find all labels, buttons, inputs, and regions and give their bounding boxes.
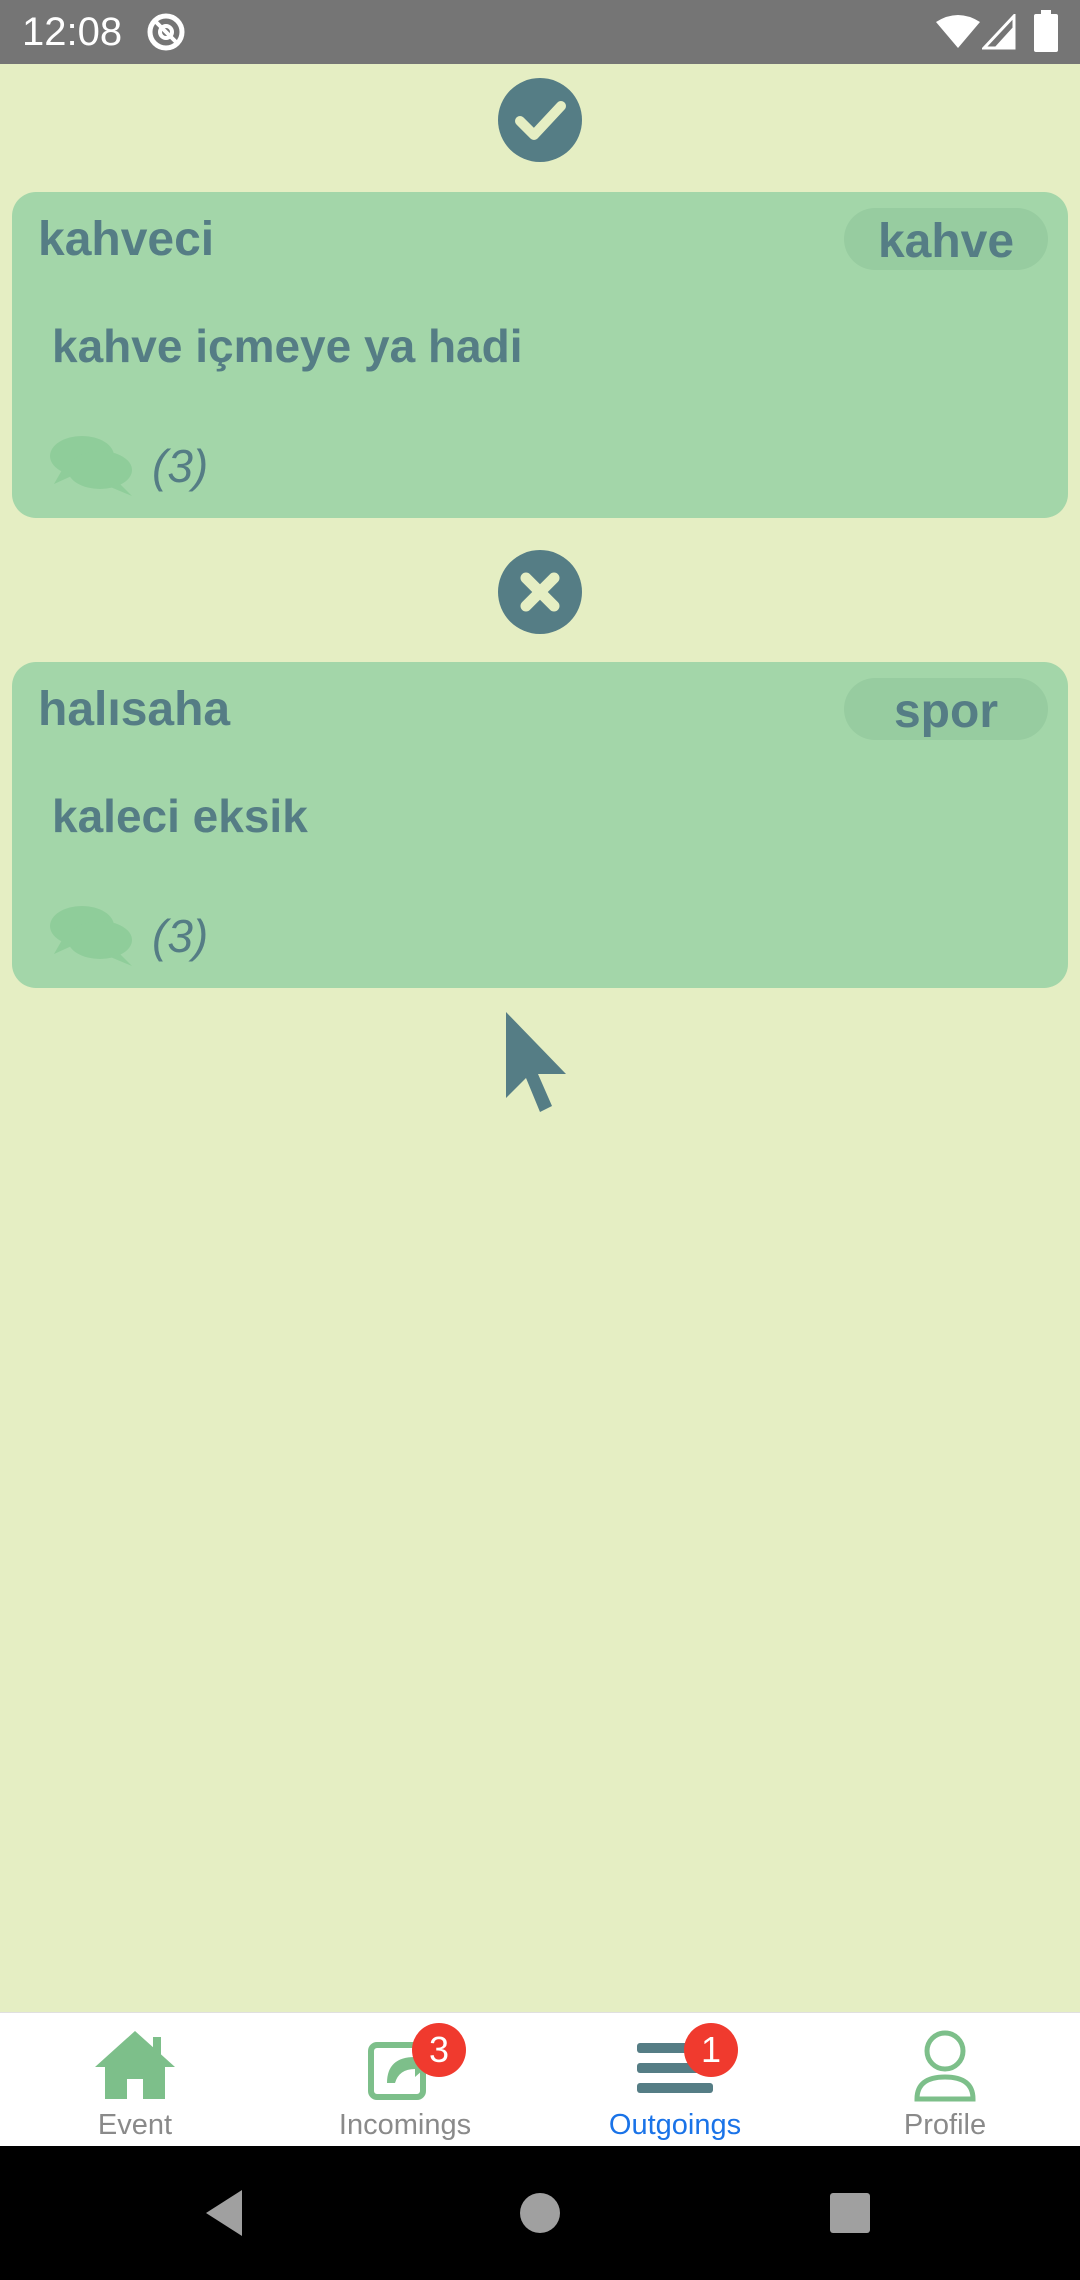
nav-label: Incomings xyxy=(338,2109,472,2141)
wifi-icon xyxy=(936,15,980,48)
check-circle-icon xyxy=(498,78,582,162)
comments-icon xyxy=(50,906,132,966)
comments-button[interactable]: (3) xyxy=(48,432,248,498)
comment-count: (3) xyxy=(152,910,209,962)
event-description: kahve içmeye ya hadi xyxy=(52,320,523,372)
status-time: 12:08 xyxy=(22,10,123,54)
comments-button[interactable]: (3) xyxy=(48,902,248,968)
cursor-icon xyxy=(506,1012,566,1112)
event-title: halısaha xyxy=(38,683,231,736)
battery-icon xyxy=(1034,10,1058,52)
person-icon xyxy=(914,2030,976,2102)
home-icon xyxy=(95,2031,175,2099)
nav-item-profile[interactable]: Profile xyxy=(810,2013,1080,2147)
event-card[interactable]: halısaha spor kaleci eksik (3) xyxy=(12,662,1068,988)
status-bar: 12:08 xyxy=(0,0,1080,64)
home-button-icon[interactable] xyxy=(516,2146,564,2280)
recents-icon[interactable] xyxy=(828,2146,872,2280)
comments-icon xyxy=(50,436,132,496)
event-card[interactable]: kahveci kahve kahve içmeye ya hadi (3) xyxy=(12,192,1068,518)
event-category-tag: spor xyxy=(844,678,1048,740)
event-title: kahveci xyxy=(38,213,215,266)
cellular-signal-icon xyxy=(982,14,1016,50)
nav-label: Profile xyxy=(903,2109,987,2141)
back-icon[interactable] xyxy=(200,2146,250,2280)
outgoings-badge: 1 xyxy=(684,2023,738,2077)
incomings-badge: 3 xyxy=(412,2023,466,2077)
bottom-navigation: Event 3 Incomings 1 Outgoings Profile xyxy=(0,2012,1080,2147)
nav-item-event[interactable]: Event xyxy=(0,2013,270,2147)
nav-item-incomings[interactable]: 3 Incomings xyxy=(270,2013,540,2147)
event-description: kaleci eksik xyxy=(52,790,308,842)
comment-count: (3) xyxy=(152,440,209,492)
nav-label: Event xyxy=(97,2109,173,2141)
x-circle-icon xyxy=(498,550,582,634)
nav-label: Outgoings xyxy=(608,2109,742,2141)
system-navigation-bar xyxy=(0,2146,1080,2280)
nav-item-outgoings[interactable]: 1 Outgoings xyxy=(540,2013,810,2147)
event-category-tag: kahve xyxy=(844,208,1048,270)
outgoing-events-list: kahveci kahve kahve içmeye ya hadi (3) h… xyxy=(0,64,1080,2012)
do-not-disturb-icon xyxy=(147,13,185,51)
